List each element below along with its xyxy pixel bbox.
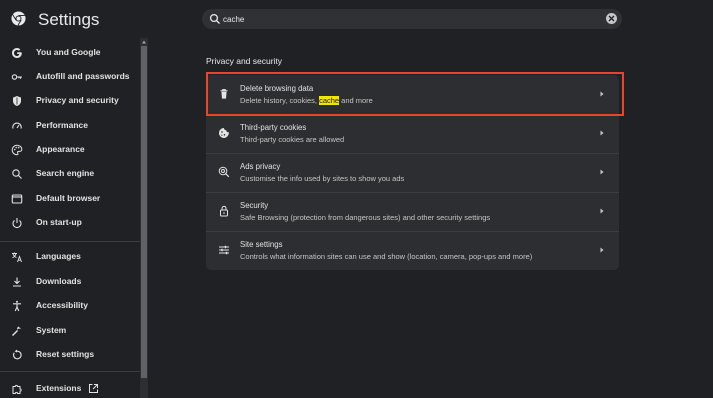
search-highlight: cache <box>319 96 340 105</box>
wrench-icon <box>12 326 22 336</box>
search-box[interactable] <box>202 9 622 29</box>
row-divider <box>206 153 619 154</box>
sidebar-item-label: Performance <box>36 120 88 130</box>
clear-search-button[interactable] <box>606 13 617 24</box>
browser-window-icon <box>11 194 23 204</box>
chevron-right-icon <box>600 208 604 214</box>
close-icon <box>608 15 615 22</box>
accessibility-icon <box>13 300 21 312</box>
sidebar-item-reset-settings[interactable]: Reset settings <box>0 344 140 366</box>
sidebar-item-languages[interactable]: Languages <box>0 246 140 268</box>
sidebar-item-label: Downloads <box>36 276 82 286</box>
sidebar-item-system[interactable]: System <box>0 320 140 342</box>
row-description: Customise the info used by sites to show… <box>240 174 405 183</box>
row-description: Controls what information sites can use … <box>240 252 533 261</box>
row-ads-privacy[interactable]: Ads privacy Customise the info used by s… <box>206 153 619 192</box>
sidebar-scrollbar[interactable] <box>140 38 148 398</box>
chevron-right-icon <box>600 247 604 253</box>
sidebar-item-label: On start-up <box>36 217 82 227</box>
row-title: Third-party cookies <box>240 123 307 132</box>
page-title: Settings <box>38 10 100 29</box>
sidebar-item-extensions[interactable]: Extensions <box>0 378 140 398</box>
puzzle-icon <box>12 384 22 394</box>
lock-icon <box>220 205 228 217</box>
sidebar-item-accessibility[interactable]: Accessibility <box>0 295 140 317</box>
row-third-party-cookies[interactable]: Third-party cookies Third-party cookies … <box>206 114 619 153</box>
sidebar-item-label: Autofill and passwords <box>36 71 130 81</box>
sidebar-item-label: You and Google <box>36 47 101 57</box>
chevron-right-icon <box>600 169 604 175</box>
scroll-up-arrow-icon[interactable] <box>142 40 146 44</box>
row-title: Site settings <box>240 240 283 249</box>
power-icon <box>12 218 22 229</box>
reset-icon <box>13 349 22 360</box>
sidebar-divider <box>0 371 140 372</box>
privacy-settings-card: Delete browsing data Delete history, coo… <box>206 75 619 270</box>
open-in-new-icon <box>89 384 98 393</box>
sidebar-item-downloads[interactable]: Downloads <box>0 271 140 293</box>
sliders-icon <box>219 245 229 255</box>
sidebar-item-on-startup[interactable]: On start-up <box>0 212 140 234</box>
sidebar-nav: You and Google Autofill and passwords Pr… <box>0 38 140 398</box>
sidebar-item-label: Accessibility <box>36 300 88 310</box>
row-divider <box>206 192 619 193</box>
row-title: Security <box>240 201 269 210</box>
row-security[interactable]: Security Safe Browsing (protection from … <box>206 192 619 231</box>
sidebar-item-label: Languages <box>36 251 81 261</box>
sidebar-item-privacy[interactable]: Privacy and security <box>0 90 140 112</box>
ads-privacy-icon <box>218 166 230 178</box>
google-g-icon <box>12 48 22 58</box>
palette-icon <box>11 144 23 156</box>
shield-icon <box>13 96 21 106</box>
section-title: Privacy and security <box>206 56 283 66</box>
sidebar-item-label: System <box>36 325 67 335</box>
sidebar-item-label: Appearance <box>36 144 85 154</box>
row-description: Delete history, cookies, cache and more <box>240 96 373 105</box>
search-icon <box>12 169 22 179</box>
row-description: Safe Browsing (protection from dangerous… <box>240 213 491 222</box>
sidebar-item-default-browser[interactable]: Default browser <box>0 188 140 210</box>
search-input[interactable] <box>223 9 583 29</box>
sidebar-divider <box>0 241 140 242</box>
sidebar-item-appearance[interactable]: Appearance <box>0 139 140 161</box>
row-divider <box>206 231 619 232</box>
sidebar-item-search-engine[interactable]: Search engine <box>0 163 140 185</box>
translate-icon <box>12 252 22 263</box>
sidebar-item-you-and-google[interactable]: You and Google <box>0 42 140 64</box>
key-icon <box>11 74 22 80</box>
trash-icon <box>220 89 228 99</box>
sidebar-item-label: Extensions <box>36 383 82 393</box>
speedometer-icon <box>12 122 22 129</box>
chevron-right-icon <box>600 130 604 136</box>
search-icon <box>209 13 220 24</box>
row-title: Ads privacy <box>240 162 281 171</box>
sidebar-item-label: Privacy and security <box>36 95 119 105</box>
top-bar: Settings <box>0 0 713 38</box>
sidebar-item-label: Search engine <box>36 168 95 178</box>
row-site-settings[interactable]: Site settings Controls what information … <box>206 231 619 270</box>
download-icon <box>13 277 21 287</box>
sidebar-item-label: Default browser <box>36 193 101 203</box>
chrome-logo-icon <box>11 11 26 26</box>
chevron-right-icon <box>600 91 604 97</box>
sidebar-item-autofill[interactable]: Autofill and passwords <box>0 66 140 88</box>
row-description: Third-party cookies are allowed <box>240 135 345 144</box>
scrollbar-thumb[interactable] <box>141 46 147 378</box>
sidebar-item-label: Reset settings <box>36 349 95 359</box>
row-divider <box>206 114 619 115</box>
sidebar-item-performance[interactable]: Performance <box>0 115 140 137</box>
cookie-icon <box>219 128 229 138</box>
row-delete-browsing-data[interactable]: Delete browsing data Delete history, coo… <box>206 75 619 114</box>
row-title: Delete browsing data <box>240 84 314 93</box>
